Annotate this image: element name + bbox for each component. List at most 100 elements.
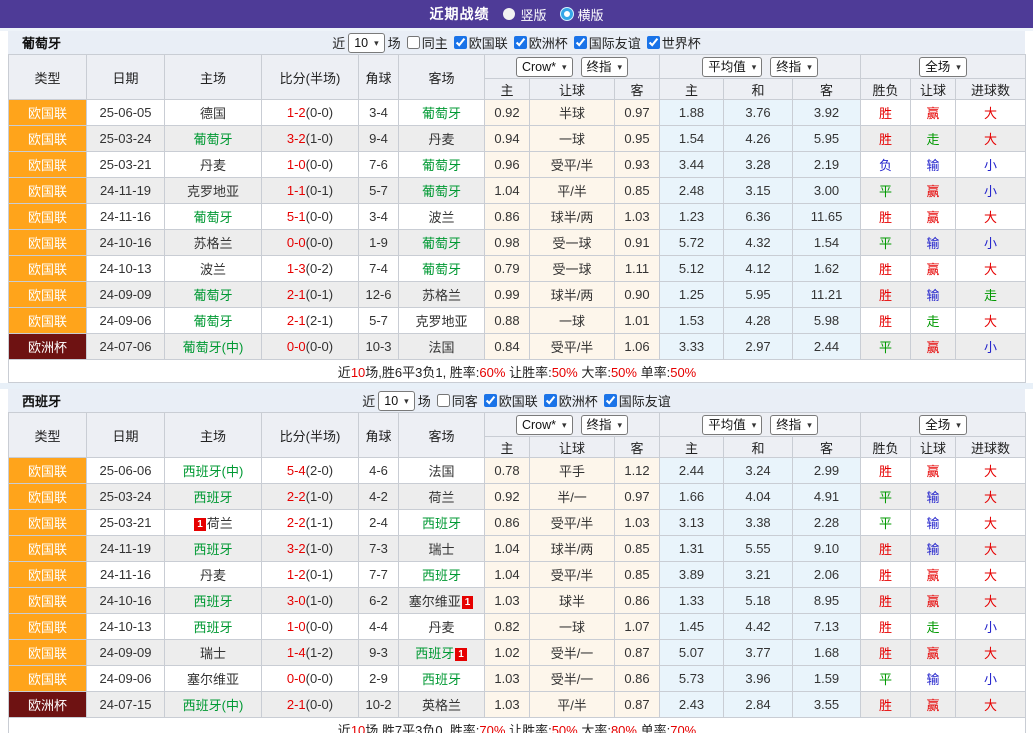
halftime-score: (0-0) — [306, 157, 333, 172]
sub-column-header: 进球数 — [956, 79, 1026, 100]
competition-checkbox[interactable] — [574, 36, 587, 49]
home-team: 葡萄牙 — [165, 282, 262, 308]
odds-final-select[interactable]: 终指 — [581, 415, 629, 435]
same-venue-checkbox[interactable] — [437, 394, 450, 407]
average-odds-value: 2.99 — [793, 458, 861, 484]
average-select[interactable]: 平均值 — [702, 415, 762, 435]
result-value: 胜 — [861, 458, 911, 484]
column-header-score: 比分(半场) — [262, 413, 359, 458]
result-value: 小 — [956, 230, 1026, 256]
average-odds-value: 1.31 — [660, 536, 724, 562]
summary-segment: 单率: — [637, 365, 670, 380]
competition-option[interactable]: 欧洲杯 — [541, 391, 598, 410]
same-venue-option[interactable]: 同客 — [434, 391, 478, 410]
summary-segment: 50% — [552, 365, 578, 380]
competition-checkbox[interactable] — [544, 394, 557, 407]
corner-score: 9-3 — [359, 640, 399, 666]
competition-checkbox[interactable] — [454, 36, 467, 49]
table-row: 欧国联25-03-24葡萄牙3-2(1-0)9-4丹麦0.94一球0.951.5… — [9, 126, 1026, 152]
competition-checkbox[interactable] — [604, 394, 617, 407]
view-option-vertical[interactable]: 竖版 — [503, 5, 546, 24]
fulltime-select[interactable]: 全场 — [919, 415, 967, 435]
result-value: 赢 — [911, 588, 956, 614]
odds-source-select[interactable]: Crow* — [516, 57, 573, 77]
corner-score: 9-4 — [359, 126, 399, 152]
average-odds-value: 4.28 — [724, 308, 793, 334]
sub-column-header: 进球数 — [956, 437, 1026, 458]
team-label: 塞尔维亚 — [409, 594, 461, 609]
summary-segment: 场,胜7平3负0, 胜率: — [365, 723, 479, 733]
radio-horizontal-icon[interactable] — [561, 8, 573, 20]
odds-value: 平/半 — [530, 692, 615, 718]
corner-score: 10-2 — [359, 692, 399, 718]
summary-segment: 大率: — [578, 365, 611, 380]
competition-checkbox[interactable] — [647, 36, 660, 49]
competition-option[interactable]: 欧洲杯 — [511, 33, 568, 52]
competition-checkbox[interactable] — [514, 36, 527, 49]
competition-checkbox[interactable] — [484, 394, 497, 407]
fulltime-select[interactable]: 全场 — [919, 57, 967, 77]
view-option-horizontal[interactable]: 横版 — [561, 5, 604, 24]
average-final-select-value: 终指 — [776, 417, 801, 433]
average-final-select[interactable]: 终指 — [770, 415, 818, 435]
team-label: 葡萄牙(中) — [183, 340, 244, 355]
same-venue-option[interactable]: 同主 — [404, 33, 448, 52]
summary-segment: 80% — [611, 723, 637, 733]
table-row: 欧国联24-10-16西班牙3-0(1-0)6-2塞尔维亚11.03球半0.86… — [9, 588, 1026, 614]
summary-segment: 近 — [338, 723, 351, 733]
average-odds-value: 1.33 — [660, 588, 724, 614]
away-team: 西班牙 — [399, 562, 485, 588]
competition-label: 欧洲杯 — [529, 33, 568, 52]
average-select[interactable]: 平均值 — [702, 57, 762, 77]
score: 2-1(2-1) — [262, 308, 359, 334]
match-type: 欧国联 — [9, 588, 87, 614]
result-value: 大 — [956, 640, 1026, 666]
result-value: 胜 — [861, 640, 911, 666]
average-odds-value: 8.95 — [793, 588, 861, 614]
same-venue-checkbox[interactable] — [407, 36, 420, 49]
odds-value: 0.92 — [485, 484, 530, 510]
away-team: 葡萄牙 — [399, 100, 485, 126]
match-type: 欧国联 — [9, 230, 87, 256]
competition-option[interactable]: 国际友谊 — [571, 33, 641, 52]
odds-value: 0.86 — [485, 510, 530, 536]
match-count-select[interactable]: 10 — [348, 33, 384, 53]
fulltime-score: 1-0 — [287, 157, 306, 172]
table-row: 欧国联24-11-19克罗地亚1-1(0-1)5-7葡萄牙1.04平/半0.85… — [9, 178, 1026, 204]
result-value: 大 — [956, 588, 1026, 614]
average-odds-value: 6.36 — [724, 204, 793, 230]
table-row: 欧国联24-10-13西班牙1-0(0-0)4-4丹麦0.82一球1.071.4… — [9, 614, 1026, 640]
average-header: 平均值终指 — [660, 55, 861, 79]
odds-source-select[interactable]: Crow* — [516, 415, 573, 435]
home-team: 西班牙 — [165, 588, 262, 614]
competition-option[interactable]: 欧国联 — [451, 33, 508, 52]
recent-results-page: 近期战绩 竖版 横版 葡萄牙 近 10 场 同主 欧国联 欧洲杯 国际友谊 — [0, 0, 1033, 733]
corner-score: 3-4 — [359, 100, 399, 126]
competition-option[interactable]: 世界杯 — [644, 33, 701, 52]
odds-source-select-value: Crow* — [522, 417, 556, 433]
sub-column-header: 客 — [615, 79, 660, 100]
chevron-down-icon — [562, 62, 567, 72]
team-label: 苏格兰 — [422, 288, 461, 303]
odds-value: 1.03 — [615, 510, 660, 536]
odds-value: 受一球 — [530, 230, 615, 256]
odds-final-select[interactable]: 终指 — [581, 57, 629, 77]
competition-option[interactable]: 国际友谊 — [601, 391, 671, 410]
away-team: 苏格兰 — [399, 282, 485, 308]
result-value: 胜 — [861, 204, 911, 230]
corner-score: 4-4 — [359, 614, 399, 640]
fulltime-score: 1-1 — [287, 183, 306, 198]
average-odds-value: 1.54 — [793, 230, 861, 256]
result-value: 胜 — [861, 100, 911, 126]
sub-column-header: 让球 — [530, 79, 615, 100]
average-odds-value: 4.12 — [724, 256, 793, 282]
odds-value: 一球 — [530, 308, 615, 334]
match-count-select[interactable]: 10 — [378, 391, 414, 411]
average-odds-value: 3.38 — [724, 510, 793, 536]
summary-row: 近10场,胜6平3负1, 胜率:60% 让胜率:50% 大率:50% 单率:50… — [9, 360, 1026, 383]
match-type: 欧国联 — [9, 282, 87, 308]
average-final-select[interactable]: 终指 — [770, 57, 818, 77]
radio-vertical-icon[interactable] — [503, 8, 515, 20]
away-team: 克罗地亚 — [399, 308, 485, 334]
competition-option[interactable]: 欧国联 — [481, 391, 538, 410]
